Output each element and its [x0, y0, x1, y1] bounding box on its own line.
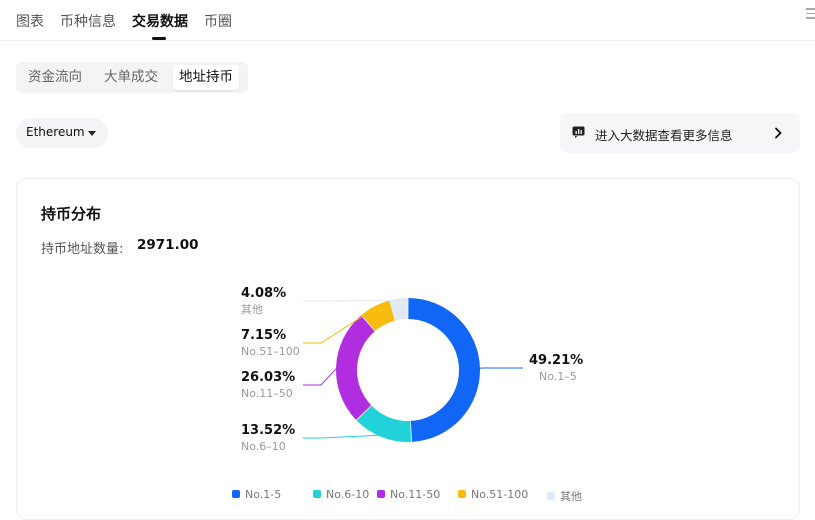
chain-select[interactable]: Ethereum [16, 118, 108, 148]
category-label-others: 其他 [241, 303, 263, 316]
leader-line-no11-50 [303, 367, 338, 385]
tab-coin-info[interactable]: 币种信息 [60, 11, 116, 31]
legend-swatch [458, 490, 466, 498]
category-label-no6-10: No.6–10 [241, 440, 286, 453]
legend-item-no6-10[interactable]: No.6-10 [313, 488, 369, 501]
legend-label: 其他 [560, 490, 582, 503]
donut-chart: 49.21% No.1–5 13.52% No.6–10 26.03% No.11–50 7… [17, 179, 799, 479]
legend-item-no51-100[interactable]: No.51-100 [458, 488, 528, 501]
caret-down-icon [88, 131, 96, 136]
legend-label: No.1-5 [245, 488, 281, 501]
chat-chart-icon [572, 126, 585, 138]
bigdata-link-label: 进入大数据查看更多信息 [595, 125, 733, 144]
sub-tab-large-trades[interactable]: 大单成交 [98, 65, 164, 90]
chevron-right-icon [772, 127, 784, 139]
active-tab-indicator [152, 37, 166, 40]
sub-tab-address-holdings[interactable]: 地址持币 [173, 65, 239, 90]
sub-tab-segment: 资金流向 大单成交 地址持币 [16, 62, 248, 93]
data-label-no11-50: 26.03% [241, 370, 295, 385]
top-tab-bar: 图表 币种信息 交易数据 币圈 [0, 0, 815, 41]
legend-swatch [313, 490, 321, 498]
category-label-no1-5: No.1–5 [539, 370, 577, 383]
donut-slice-no11-50[interactable] [336, 315, 375, 419]
data-label-others: 4.08% [241, 286, 286, 301]
legend-item-no11-50[interactable]: No.11-50 [377, 488, 440, 501]
legend-label: No.11-50 [390, 488, 440, 501]
tab-trading-data[interactable]: 交易数据 [132, 11, 188, 31]
tab-chart[interactable]: 图表 [16, 11, 44, 31]
data-label-no6-10: 13.52% [241, 423, 295, 438]
tab-coin-circle[interactable]: 币圈 [204, 11, 232, 31]
menu-icon[interactable] [806, 8, 815, 20]
legend-swatch [377, 490, 385, 498]
legend-swatch [232, 490, 240, 498]
legend-swatch [547, 492, 555, 500]
bigdata-link[interactable]: 进入大数据查看更多信息 [560, 113, 800, 153]
data-label-no51-100: 7.15% [241, 328, 286, 343]
data-label-no1-5: 49.21% [529, 353, 583, 368]
chain-select-value: Ethereum [26, 125, 85, 139]
donut-slice-no1-5[interactable] [408, 298, 480, 442]
legend-label: No.6-10 [326, 488, 369, 501]
legend-item-no1-5[interactable]: No.1-5 [232, 488, 281, 501]
category-label-no11-50: No.11–50 [241, 387, 293, 400]
holding-distribution-card: 持币分布 持币地址数量: 2971.00 49.21%No.1–513.52%N… [16, 178, 800, 520]
category-label-no51-100: No.51–100 [241, 345, 300, 358]
sub-tab-fund-flow[interactable]: 资金流向 [22, 65, 88, 90]
leader-line-no6-10 [303, 435, 382, 438]
legend-label: No.51-100 [471, 488, 528, 501]
